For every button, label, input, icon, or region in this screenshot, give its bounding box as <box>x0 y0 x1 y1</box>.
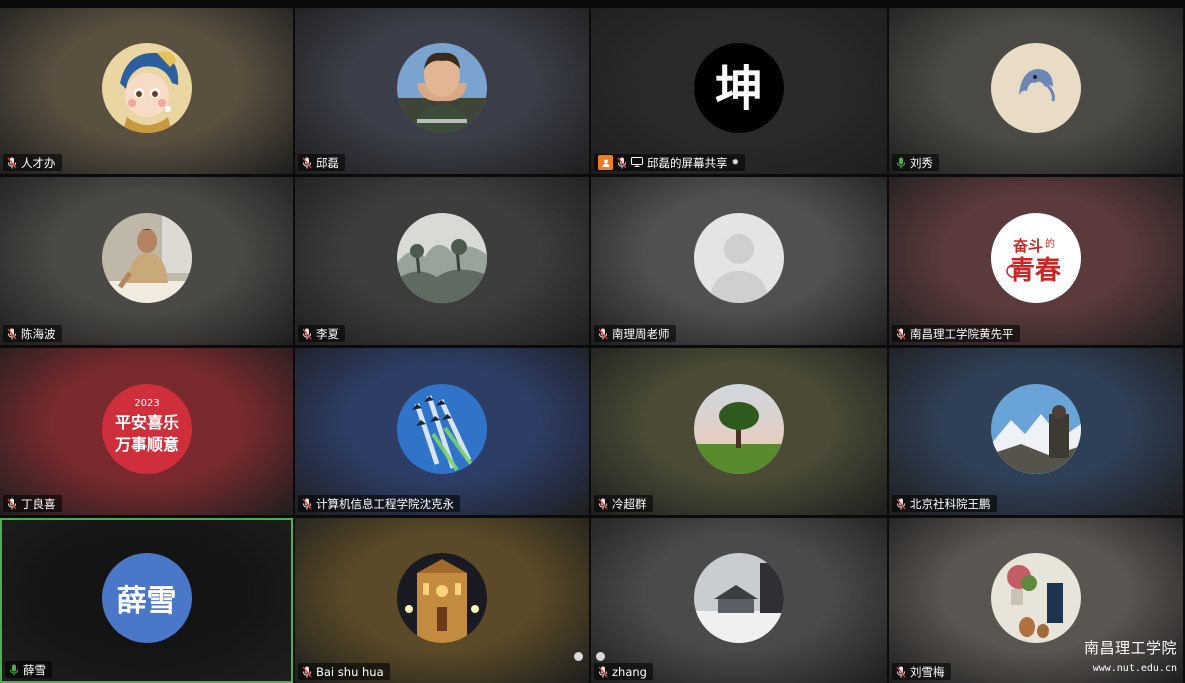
mic-muted-icon <box>896 328 906 340</box>
participant-name-tag: 计算机信息工程学院沈克永 <box>298 495 460 512</box>
avatar-initials: 薛雪 <box>116 583 177 619</box>
participant-name-tag: zhang <box>594 663 653 680</box>
participant-name-tag: 南理周老师 <box>594 325 676 342</box>
participant-avatar <box>694 552 784 643</box>
participant-avatar: 坤 <box>694 43 784 133</box>
video-tile[interactable]: 刘雪梅 <box>889 518 1183 683</box>
mic-muted-icon <box>7 498 17 510</box>
participant-avatar <box>397 213 487 303</box>
svg-text:2023: 2023 <box>134 398 159 409</box>
participant-avatar <box>397 552 487 643</box>
participant-name: 陈海波 <box>21 326 56 341</box>
participant-name-tag: 刘雪梅 <box>892 663 951 680</box>
video-tile[interactable]: 陈海波 <box>0 177 293 345</box>
video-tile[interactable]: 人才办 <box>0 8 293 174</box>
participant-avatar <box>991 552 1081 643</box>
participant-name-tag: 南昌理工学院黄先平 <box>892 325 1020 342</box>
participant-name: 邱磊 <box>316 155 339 170</box>
participant-name-tag: 邱磊 <box>298 154 345 171</box>
mic-muted-icon <box>896 498 906 510</box>
participant-avatar <box>397 43 487 133</box>
mic-muted-icon <box>302 328 312 340</box>
mic-muted-icon <box>617 157 627 169</box>
participant-name: 人才办 <box>21 155 56 170</box>
video-tile[interactable]: zhang <box>591 518 887 683</box>
screen-share-icon <box>631 156 643 170</box>
participant-name: zhang <box>612 664 647 679</box>
participant-name: 北京社科院王鹏 <box>910 496 991 511</box>
video-tile[interactable]: 冷超群 <box>591 348 887 515</box>
video-tile[interactable]: 薛雪 薛雪 <box>0 518 293 683</box>
participant-name: 冷超群 <box>612 496 647 511</box>
user-icon <box>598 155 613 170</box>
participant-name: 南昌理工学院黄先平 <box>910 326 1014 341</box>
video-grid: 人才办 邱磊 坤邱磊的屏幕共享 ✹ 刘秀陈海波 李夏 南理周老师 奋斗的青春南昌理工学院黄先平… <box>0 8 1185 683</box>
mic-muted-icon <box>598 498 608 510</box>
video-tile[interactable]: 李夏 <box>295 177 589 345</box>
mic-muted-icon <box>7 328 17 340</box>
participant-avatar: 2023 平安喜乐万事顺意 <box>101 383 192 474</box>
mic-muted-icon <box>598 666 608 678</box>
participant-avatar <box>991 43 1081 133</box>
participant-name-tag: 薛雪 <box>5 661 52 678</box>
svg-text:青春: 青春 <box>1009 256 1061 286</box>
video-tile[interactable]: Bai shu hua <box>295 518 589 683</box>
svg-text:万事顺意: 万事顺意 <box>113 435 178 454</box>
participant-avatar <box>991 383 1081 474</box>
participant-name-tag: 人才办 <box>3 154 62 171</box>
svg-text:坤: 坤 <box>715 61 763 117</box>
svg-text:奋斗: 奋斗 <box>1012 237 1043 255</box>
video-tile[interactable]: 邱磊 <box>295 8 589 174</box>
participant-name: 计算机信息工程学院沈克永 <box>316 496 454 511</box>
video-tile[interactable]: 南理周老师 <box>591 177 887 345</box>
participant-avatar <box>397 383 487 474</box>
mic-icon <box>9 664 19 676</box>
participant-name-tag: 丁良喜 <box>3 495 62 512</box>
mic-icon <box>896 157 906 169</box>
participant-name: 薛雪 <box>23 662 46 677</box>
svg-text:的: 的 <box>1045 237 1055 250</box>
participant-avatar <box>101 43 192 133</box>
mic-muted-icon <box>302 157 312 169</box>
watermark-title: 南昌理工学院 <box>1083 639 1177 657</box>
page-indicator-dot[interactable] <box>574 652 583 661</box>
participant-avatar <box>694 213 784 303</box>
participant-avatar: 薛雪 <box>101 552 192 643</box>
participant-name-tag: 冷超群 <box>594 495 653 512</box>
participant-name: 李夏 <box>316 326 339 341</box>
mic-muted-icon <box>896 666 906 678</box>
video-tile[interactable]: 坤邱磊的屏幕共享 ✹ <box>591 8 887 174</box>
video-tile[interactable]: 2023 平安喜乐万事顺意丁良喜 <box>0 348 293 515</box>
mic-muted-icon <box>598 328 608 340</box>
participant-name-tag: 刘秀 <box>892 154 939 171</box>
participant-name-tag: 陈海波 <box>3 325 62 342</box>
participant-name-tag: 北京社科院王鹏 <box>892 495 997 512</box>
participant-avatar: 奋斗的青春 <box>991 213 1081 303</box>
video-tile[interactable]: 刘秀 <box>889 8 1183 174</box>
participant-name: 邱磊的屏幕共享 <box>647 155 728 170</box>
participant-avatar <box>694 383 784 474</box>
page-indicator-dot[interactable] <box>596 652 605 661</box>
mic-muted-icon <box>7 157 17 169</box>
participant-avatar <box>101 213 192 303</box>
participant-name-tag: 邱磊的屏幕共享 ✹ <box>594 154 746 171</box>
participant-name: 刘雪梅 <box>910 664 945 679</box>
participant-name: 南理周老师 <box>612 326 670 341</box>
video-tile[interactable]: 计算机信息工程学院沈克永 <box>295 348 589 515</box>
participant-name-tag: Bai shu hua <box>298 663 390 680</box>
participant-name-tag: 李夏 <box>298 325 345 342</box>
mic-muted-icon <box>302 498 312 510</box>
svg-text:平安喜乐: 平安喜乐 <box>114 413 178 432</box>
video-tile[interactable]: 奋斗的青春南昌理工学院黄先平 <box>889 177 1183 345</box>
video-tile[interactable]: 北京社科院王鹏 <box>889 348 1183 515</box>
participant-name: Bai shu hua <box>316 664 384 679</box>
settings-icon[interactable]: ✹ <box>732 158 740 168</box>
participant-name: 丁良喜 <box>21 496 56 511</box>
participant-name: 刘秀 <box>910 155 933 170</box>
mic-muted-icon <box>302 666 312 678</box>
watermark-url: www.nut.edu.cn <box>1092 663 1177 674</box>
